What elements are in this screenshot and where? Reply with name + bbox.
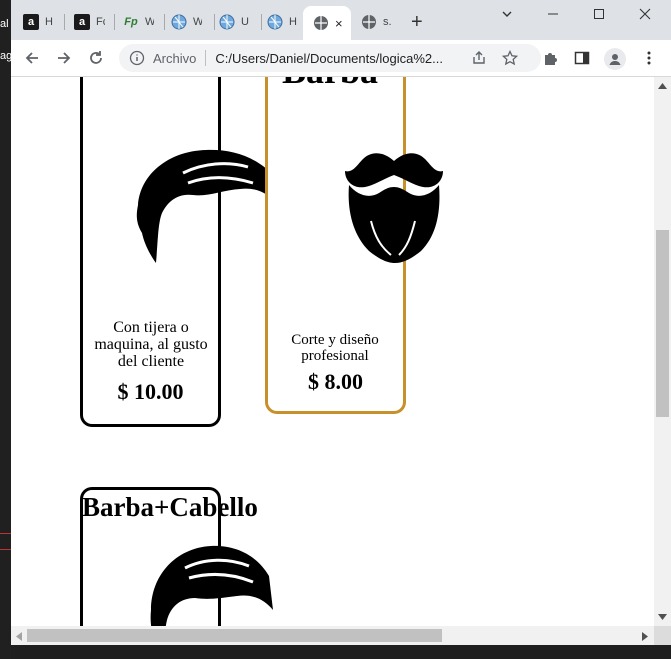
tab-title: W: [193, 16, 202, 28]
tab[interactable]: a H: [23, 8, 54, 36]
globe-icon: [313, 15, 329, 31]
background-text: al: [0, 18, 9, 30]
tab-favicon-a-icon: a: [23, 14, 39, 30]
service-price: $ 10.00: [117, 379, 184, 404]
close-icon: [639, 8, 651, 20]
puzzle-icon: [545, 53, 557, 65]
scrollbar-corner: [654, 626, 671, 645]
tab-separator: [64, 14, 65, 30]
background-line: [0, 549, 11, 550]
service-card: Con tijera o maquina, al gusto del clien…: [80, 77, 278, 427]
tab-title: H: [289, 16, 297, 28]
tab[interactable]: U: [219, 8, 250, 36]
background-line: [0, 533, 11, 534]
menu-button[interactable]: [639, 48, 659, 68]
maximize-icon: [594, 9, 604, 19]
service-title: Barba+Cabello: [82, 492, 258, 522]
star-icon: [502, 50, 518, 66]
arrow-right-icon: [58, 52, 71, 64]
tab-title: U: [241, 16, 249, 28]
tab[interactable]: a Fc: [74, 8, 105, 36]
url-text[interactable]: C:/Users/Daniel/Documents/logica%2...: [215, 51, 443, 66]
plus-icon: +: [411, 10, 423, 33]
tab-separator: [214, 14, 215, 30]
avatar-icon: [609, 54, 621, 65]
profile-button[interactable]: [604, 48, 626, 70]
tab-title: W: [145, 16, 154, 28]
service-price: $ 8.00: [308, 369, 363, 394]
tab-separator: [261, 14, 262, 30]
tab-separator: [114, 14, 115, 30]
scroll-right-icon[interactable]: [642, 632, 648, 641]
scroll-left-icon[interactable]: [16, 632, 22, 641]
tab-separator: [164, 14, 165, 30]
tab-search-button[interactable]: [484, 0, 530, 28]
arrow-left-icon: [25, 52, 38, 64]
maximize-button[interactable]: [576, 0, 622, 28]
tab-title: H: [45, 16, 53, 28]
chevron-down-icon: [502, 11, 512, 17]
minimize-button[interactable]: [530, 0, 576, 28]
service-description: Corte y diseño profesional: [270, 332, 400, 365]
globe-icon: [171, 14, 187, 30]
tab-favicon-fp-icon: Fp: [124, 16, 138, 28]
extensions-button[interactable]: [540, 48, 560, 68]
globe-icon: [361, 14, 377, 30]
service-title: Barba: [282, 77, 378, 89]
horizontal-scrollbar-thumb[interactable]: [27, 629, 442, 642]
close-window-button[interactable]: [622, 0, 668, 28]
back-button[interactable]: [20, 46, 44, 70]
hair-icon: [150, 545, 273, 626]
info-icon[interactable]: [129, 50, 145, 66]
service-description: Con tijera o maquina, al gusto del clien…: [86, 319, 216, 371]
divider: [205, 50, 207, 66]
tab-bar: a H a Fc Fp W W U H ×: [11, 0, 671, 40]
side-panel-icon: [574, 51, 590, 65]
tab-title: s.: [383, 16, 392, 28]
hair-icon: [136, 149, 278, 263]
new-tab-button[interactable]: +: [411, 8, 423, 36]
beard-icon: [345, 153, 443, 263]
toolbar: Archivo C:/Users/Daniel/Documents/logica…: [11, 40, 671, 77]
close-icon[interactable]: ×: [335, 16, 345, 31]
tab-active[interactable]: ×: [303, 6, 351, 40]
service-card: Barba Corte y diseño profesional $ 8.00: [265, 77, 443, 414]
scroll-down-icon[interactable]: [658, 614, 667, 620]
page-viewport: Con tijera o maquina, al gusto del clien…: [11, 77, 654, 626]
horizontal-scrollbar[interactable]: [11, 626, 654, 645]
vertical-scrollbar[interactable]: [654, 77, 671, 626]
more-vert-icon: [647, 51, 651, 65]
tab[interactable]: Fp W: [123, 8, 154, 36]
vertical-scrollbar-thumb[interactable]: [656, 230, 669, 417]
minimize-icon: [548, 13, 558, 15]
tab-title: Fc: [96, 16, 105, 28]
tab[interactable]: W: [171, 8, 202, 36]
tab[interactable]: H: [267, 8, 298, 36]
globe-icon: [267, 14, 283, 30]
tab-favicon-a-icon: a: [74, 14, 90, 30]
forward-button[interactable]: [52, 46, 76, 70]
bookmark-button[interactable]: [500, 48, 520, 68]
security-label: Archivo: [153, 50, 197, 66]
globe-icon: [219, 14, 235, 30]
share-icon: [473, 51, 485, 64]
side-panel-button[interactable]: [572, 48, 592, 68]
background-window-strip: al ag: [0, 0, 12, 659]
browser-window: a H a Fc Fp W W U H ×: [11, 0, 671, 645]
share-button[interactable]: [469, 48, 489, 68]
scroll-up-icon[interactable]: [658, 83, 667, 89]
tab[interactable]: s.: [361, 8, 392, 36]
reload-button[interactable]: [84, 46, 108, 70]
reload-icon: [90, 51, 102, 64]
